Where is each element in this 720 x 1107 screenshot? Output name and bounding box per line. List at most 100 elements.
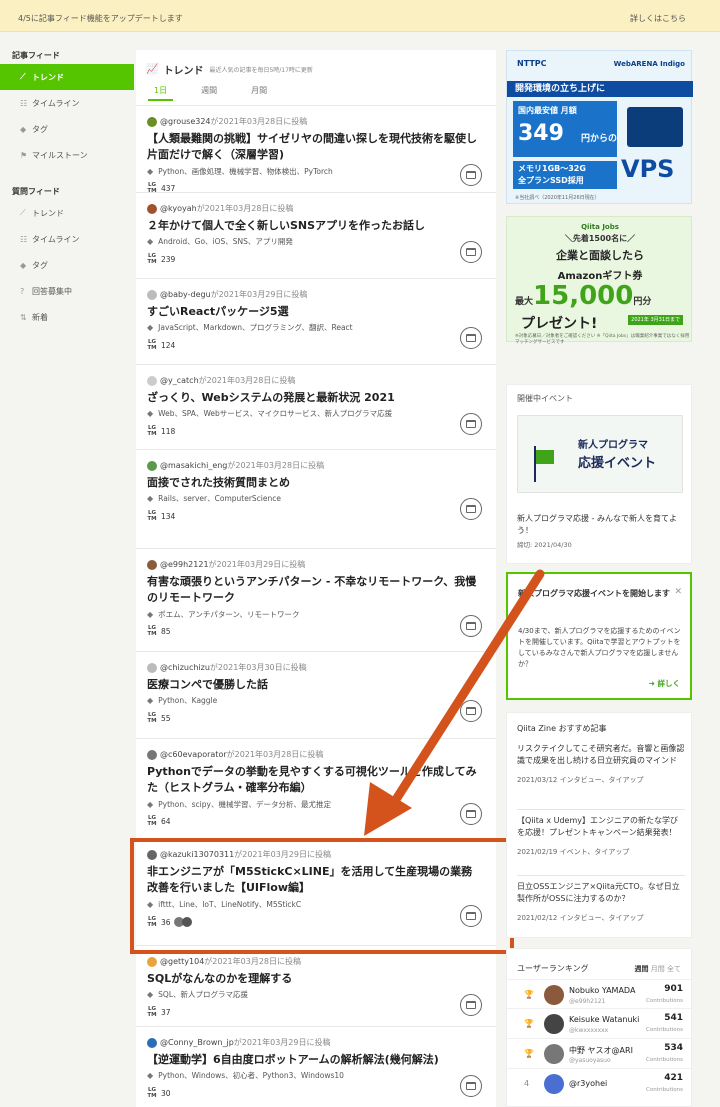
popup-details-link[interactable]: ➜ 詳しく (649, 678, 680, 689)
article-author[interactable]: @e99h2121 が2021年03月29日に投稿 (147, 559, 305, 570)
article-title[interactable]: Pythonでデータの挙動を見やすくする可視化ツールを作成してみた（ヒストグラム… (147, 764, 482, 796)
tag-list[interactable]: ポエム、アンチパターン、リモートワーク (158, 609, 299, 620)
article-author[interactable]: @kyoyah が2021年03月28日に投稿 (147, 203, 293, 214)
tag-list[interactable]: Python、scipy、機械学習、データ分析、最尤推定 (158, 799, 331, 810)
article-author[interactable]: @Conny_Brown_jp が2021年03月29日に投稿 (147, 1037, 330, 1048)
article-author[interactable]: @masakichi_eng が2021年03月28日に投稿 (147, 460, 324, 471)
zine-item[interactable]: リスクテイクしてこそ研究者だ。音響と画像認識で成果を出し続ける日立研究員のマイン… (517, 743, 685, 785)
ranking-row[interactable]: 🏆 Nobuko YAMADA @e99h2121 901 Contributions (507, 979, 693, 1009)
sidebar-item-article-trend[interactable]: ⟋ トレンド (0, 64, 134, 90)
author-name[interactable]: @grouse324 (160, 117, 211, 126)
stock-button[interactable] (460, 1075, 482, 1097)
article-author[interactable]: @c60evaporator が2021年03月28日に投稿 (147, 749, 323, 760)
article-title[interactable]: ２年かけて個人で全く新しいSNSアプリを作ったお話し (147, 218, 482, 234)
event-title[interactable]: 新人プログラマ応援 - みんなで新人を育てよう！ (517, 513, 687, 537)
stock-button[interactable] (460, 994, 482, 1016)
article-title[interactable]: 【逆運動学】6自由度ロボットアームの解析解法(幾何解法) (147, 1052, 482, 1068)
stock-button[interactable] (460, 700, 482, 722)
ranking-row[interactable]: 🏆 Keisuke Watanuki @kwxxxxxxx 541 Contributi… (507, 1008, 693, 1038)
article-title[interactable]: 【人類最難関の挑戦】サイゼリヤの間違い探しを現代技術を駆使し片面だけで解く（深層… (147, 131, 482, 163)
sidebar-item-question-unanswered[interactable]: ? 回答募集中 (0, 278, 134, 304)
author-name[interactable]: @kyoyah (160, 204, 197, 213)
article-title[interactable]: 医療コンペで優勝した話 (147, 677, 482, 693)
tag-list[interactable]: Android、Go、iOS、SNS、アプリ開発 (158, 236, 293, 247)
author-name[interactable]: @c60evaporator (160, 750, 227, 759)
zine-item[interactable]: 【Qiita x Udemy】エンジニアの新たな学びを応援！プレゼントキャンペー… (517, 815, 685, 857)
author-name[interactable]: @Conny_Brown_jp (160, 1038, 234, 1047)
stock-button[interactable] (460, 803, 482, 825)
author-name[interactable]: @y_catch (160, 376, 199, 385)
close-icon[interactable]: ✕ (674, 587, 682, 597)
author-name[interactable]: @masakichi_eng (160, 461, 227, 470)
tag-list[interactable]: Python、Kaggle (158, 695, 217, 706)
author-name[interactable]: @getty104 (160, 957, 204, 966)
stock-button[interactable] (460, 615, 482, 637)
article-author[interactable]: @grouse324 が2021年03月28日に投稿 (147, 116, 307, 127)
lgtm-value: 85 (161, 626, 171, 636)
tab-weekly[interactable]: 週間 (635, 965, 649, 973)
article-title[interactable]: 有害な頑張りというアンチパターン - 不幸なリモートワーク、我慢のリモートワーク (147, 574, 482, 606)
sidebar-item-article-timeline[interactable]: ☷ タイムライン (0, 90, 134, 116)
sidebar-item-question-trend[interactable]: ⟋ トレンド (0, 200, 134, 226)
tab-monthly[interactable]: 月間 (651, 965, 665, 973)
article-author[interactable]: @chizuchizu が2021年03月30日に投稿 (147, 662, 307, 673)
article-author[interactable]: @baby-degu が2021年03月29日に投稿 (147, 289, 307, 300)
stock-button[interactable] (460, 241, 482, 263)
article-item[interactable]: @getty104 が2021年03月28日に投稿 SQLがなんなのかを理解する ◆ S… (136, 946, 496, 1027)
tab-monthly[interactable]: 月間 (245, 85, 273, 101)
stock-button[interactable] (460, 164, 482, 186)
stock-button[interactable] (460, 327, 482, 349)
jobs-line2: 企業と面談したら (556, 249, 644, 262)
sidebar-item-question-timeline[interactable]: ☷ タイムライン (0, 226, 134, 252)
stock-button[interactable] (460, 413, 482, 435)
tag-list[interactable]: JavaScript、Markdown、プログラミング、翻訳、React (158, 322, 352, 333)
sidebar-item-article-milestone[interactable]: ⚑ マイルストーン (0, 142, 134, 168)
ranking-user-name[interactable]: Nobuko YAMADA (569, 986, 635, 995)
article-item[interactable]: @e99h2121 が2021年03月29日に投稿有害な頑張りというアンチパターン… (136, 549, 496, 652)
jobs-ad-banner[interactable]: Qiita Jobs ＼先着1500名に／ 企業と面談したら Amazonギフト… (506, 216, 692, 345)
tag-list[interactable]: Python、画像処理、機械学習、物体検出、PyTorch (158, 166, 333, 177)
stock-button[interactable] (460, 498, 482, 520)
article-item[interactable]: @masakichi_eng が2021年03月28日に投稿面接でされた技術質問ま… (136, 450, 496, 549)
ranking-user-name[interactable]: @r3yohei (569, 1079, 607, 1088)
tab-daily[interactable]: 1日 (148, 85, 174, 101)
article-author[interactable]: @y_catch が2021年03月28日に投稿 (147, 375, 295, 386)
announcement-link[interactable]: 詳しくはこちら (630, 13, 686, 24)
article-title[interactable]: SQLがなんなのかを理解する (147, 971, 482, 987)
jobs-fine-print: ※対象応募日／対象者をご確認ください ※「Qiita Jobs」は職業紹介事業で… (515, 334, 690, 345)
contribution-count: 541 (664, 1013, 683, 1023)
tag-list[interactable]: Python、Windows、初心者、Python3、Windows10 (158, 1070, 344, 1081)
sidebar-item-question-tag[interactable]: ◆ タグ (0, 252, 134, 278)
sidebar-item-article-tag[interactable]: ◆ タグ (0, 116, 134, 142)
article-title[interactable]: 面接でされた技術質問まとめ (147, 475, 482, 491)
author-name[interactable]: @baby-degu (160, 290, 211, 299)
tag-list[interactable]: SQL、新人プログラマ応援 (158, 989, 248, 1000)
article-item[interactable]: @kyoyah が2021年03月28日に投稿 ２年かけて個人で全く新しいSNSアプ… (136, 193, 496, 279)
ranking-row[interactable]: 🏆 中野 ヤスオ@ARI @yasuoyasuo 534 Contributions (507, 1038, 693, 1068)
tag-list[interactable]: Web、SPA、Webサービス、マイクロサービス、新人プログラマ応援 (158, 408, 392, 419)
article-item[interactable]: @c60evaporator が2021年03月28日に投稿 Pythonでデータの… (136, 739, 496, 839)
popup-body: 4/30まで、新人プログラマを応援するためのイベントを開催しています。Qiita… (518, 627, 681, 668)
article-item[interactable]: @Conny_Brown_jp が2021年03月29日に投稿【逆運動学】6自由度… (136, 1027, 496, 1107)
article-title[interactable]: すごいReactパッケージ5選 (147, 304, 482, 320)
ranking-user-name[interactable]: 中野 ヤスオ@ARI (569, 1045, 633, 1056)
article-item[interactable]: @chizuchizu が2021年03月30日に投稿 医療コンペで優勝した話 ◆ Py… (136, 652, 496, 739)
article-item[interactable]: @grouse324 が2021年03月28日に投稿【人類最難関の挑戦】サイゼリヤ… (136, 106, 496, 194)
tag-list[interactable]: Rails、server、ComputerScience (158, 493, 281, 504)
author-name[interactable]: @chizuchizu (160, 663, 210, 672)
article-author[interactable]: @getty104 が2021年03月28日に投稿 (147, 956, 301, 967)
tab-weekly[interactable]: 週間 (195, 85, 223, 101)
article-title[interactable]: ざっくり、Webシステムの発展と最新状況 2021 (147, 390, 482, 406)
posted-date: が2021年03月28日に投稿 (204, 957, 301, 966)
vps-ad-banner[interactable]: NTTPC WebARENA Indigo 開発環境の立ち上げに 国内最安値 月… (506, 50, 693, 204)
sidebar-item-question-new[interactable]: ⇅ 新着 (0, 304, 134, 330)
tab-all[interactable]: 全て (667, 965, 681, 973)
ranking-user-name[interactable]: Keisuke Watanuki (569, 1015, 639, 1024)
lgtm-icon: LG TM (147, 339, 157, 351)
article-item[interactable]: @y_catch が2021年03月28日に投稿ざっくり、Webシステムの発展と最… (136, 365, 496, 450)
article-item[interactable]: @baby-degu が2021年03月29日に投稿すごいReactパッケージ5選… (136, 279, 496, 365)
ranking-row[interactable]: 4 @r3yohei 421 Contributions (507, 1068, 693, 1098)
zine-item[interactable]: 日立OSSエンジニア×Qiita元CTO。なぜ日立製作所がOSSに注力するのか？… (517, 881, 685, 923)
author-name[interactable]: @e99h2121 (160, 560, 209, 569)
event-banner[interactable]: 新人プログラマ 応援イベント (517, 415, 683, 493)
